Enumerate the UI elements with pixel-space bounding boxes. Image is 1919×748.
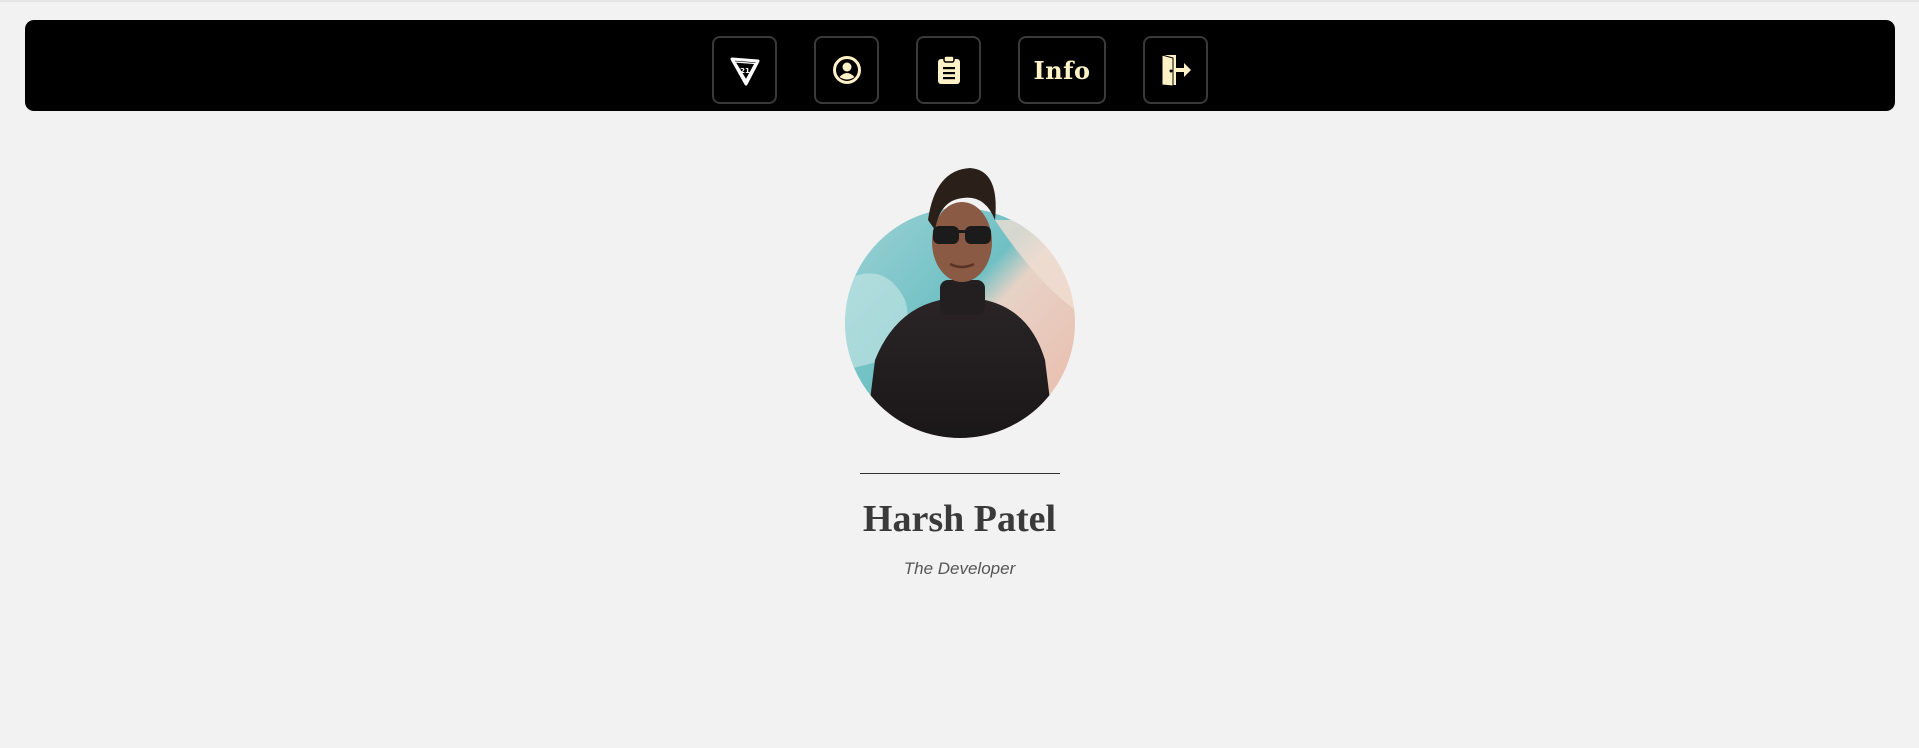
logout-button[interactable] <box>1143 36 1208 104</box>
divider-line <box>860 473 1060 474</box>
profile-avatar <box>845 160 1075 440</box>
brand-logo-button[interactable]: 21 <box>712 36 777 104</box>
info-label: Info <box>1033 55 1091 85</box>
notes-button[interactable] <box>916 36 981 104</box>
profile-name: Harsh Patel <box>862 498 1057 540</box>
user-circle-icon <box>832 56 861 84</box>
profile-tagline: The Developer <box>903 559 1016 578</box>
top-edge <box>0 0 1919 2</box>
clipboard-icon <box>937 55 960 84</box>
brand-logo-icon: 21 <box>730 57 759 86</box>
info-button[interactable]: Info <box>1018 36 1106 104</box>
svg-text:21: 21 <box>740 67 750 75</box>
logout-door-icon <box>1161 54 1191 87</box>
top-navbar: 21 Info <box>25 20 1895 111</box>
profile-button[interactable] <box>814 36 879 104</box>
profile-photo-image <box>845 168 1075 438</box>
